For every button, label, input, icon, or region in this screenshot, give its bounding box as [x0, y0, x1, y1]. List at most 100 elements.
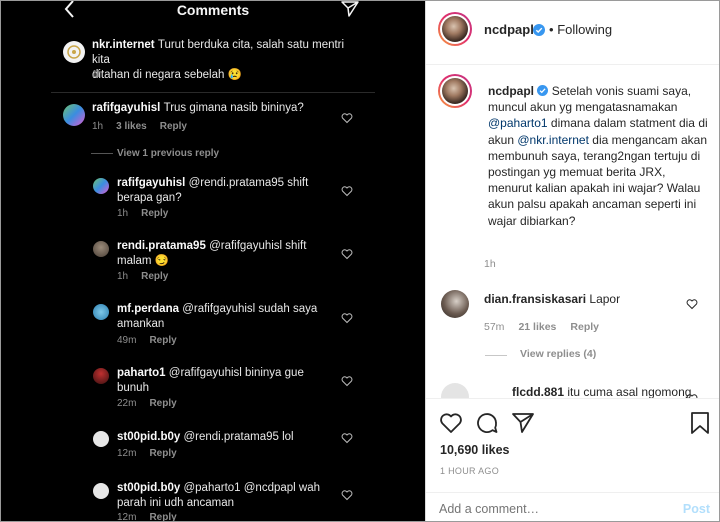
heart-icon[interactable] — [341, 112, 353, 124]
comment-meta: 1h Reply — [117, 271, 181, 282]
bookmark-icon[interactable] — [688, 411, 712, 435]
heart-icon[interactable] — [341, 185, 353, 197]
comments-title: Comments — [176, 2, 250, 18]
heart-icon[interactable] — [341, 375, 353, 387]
reply-button[interactable]: Reply — [141, 271, 168, 282]
comment-time: 12m — [117, 448, 137, 459]
comment-text: @rendi.pratama95 lol — [183, 431, 294, 443]
comment-username[interactable]: dian.fransiskasari — [484, 292, 586, 306]
comment-meta: 49m Reply — [117, 335, 190, 346]
comment-username[interactable]: flcdd.881 — [512, 385, 564, 399]
reply-button[interactable]: Reply — [149, 512, 176, 521]
avatar-st00pid-b0y[interactable] — [93, 431, 109, 447]
reply-comment: mf.perdana @rafifgayuhisl sudah saya aman… — [117, 302, 337, 332]
dark-comments-panel: Comments nkr.internet Turut berduka cita… — [1, 1, 425, 521]
reply-comment: st00pid.b0y @paharto1 @ncdpapl wah parah … — [117, 481, 337, 511]
post-header: ncdpapl • Following — [426, 1, 719, 65]
comment-likes[interactable]: 21 likes — [518, 321, 556, 333]
reply-comment: rendi.pratama95 @rafifgayuhisl shift mala… — [117, 239, 337, 269]
avatar-ncdpapl[interactable] — [438, 12, 472, 46]
comment-meta: 22m Reply — [117, 398, 190, 409]
view-previous-line — [91, 153, 113, 154]
reply-comment: rafifgayuhisl @rendi.pratama95 shift bera… — [117, 176, 337, 206]
heart-icon[interactable] — [439, 411, 463, 435]
reply-button[interactable]: Reply — [141, 208, 168, 219]
comment-meta: 57m 21 likes Reply — [484, 321, 613, 333]
comment-username[interactable]: rafifgayuhisl — [92, 102, 160, 114]
add-comment-input[interactable] — [439, 502, 669, 516]
avatar-ncdpapl[interactable] — [438, 74, 472, 108]
comment-username[interactable]: st00pid.b0y — [117, 482, 180, 494]
comment-text: parah ini udh ancaman — [117, 497, 234, 509]
post-detail-panel: ncdpapl • Following ncdpapl Setelah voni… — [425, 1, 719, 521]
comment-username[interactable]: paharto1 — [117, 367, 166, 379]
comment-icon[interactable] — [475, 411, 499, 435]
heart-icon[interactable] — [341, 248, 353, 260]
heart-icon[interactable] — [341, 489, 353, 501]
comment-text: @rafifgayuhisl shift — [209, 240, 307, 252]
comment-likes[interactable]: 3 likes — [116, 121, 147, 132]
avatar-mf-perdana[interactable] — [93, 304, 109, 320]
reply-button[interactable]: Reply — [160, 121, 187, 132]
comment-time: 1h — [117, 208, 129, 219]
emblem-icon — [67, 45, 81, 59]
comment-username[interactable]: mf.perdana — [117, 303, 179, 315]
heart-icon[interactable] — [686, 298, 698, 310]
avatar-rafifgayuhisl[interactable] — [63, 104, 85, 126]
comment-rafifgayuhisl: rafifgayuhisl Trus gimana nasib bininya? — [92, 101, 342, 116]
view-replies-line — [485, 355, 507, 356]
comment-username[interactable]: st00pid.b0y — [117, 431, 180, 443]
verified-badge-icon — [533, 24, 545, 36]
reply-button[interactable]: Reply — [149, 448, 176, 459]
comment-time: 1h — [92, 121, 104, 132]
comment-text: Trus gimana nasib bininya? — [163, 102, 304, 114]
send-icon[interactable] — [341, 0, 359, 18]
avatar-rendi-pratama95[interactable] — [93, 241, 109, 257]
view-replies-button[interactable]: View replies (4) — [520, 348, 596, 360]
caption-username[interactable]: ncdpapl — [488, 84, 534, 98]
comment-text: amankan — [117, 318, 165, 330]
comment-text: @rendi.pratama95 shift — [188, 177, 309, 189]
verified-badge-icon — [537, 85, 549, 96]
comment-meta: 12m Reply — [117, 448, 190, 459]
comments-top-bar: Comments — [51, 1, 375, 21]
comment-flcdd: flcdd.881 itu cuma asal ngomong — [512, 385, 691, 399]
comment-time: 1h — [117, 271, 129, 282]
view-previous-replies[interactable]: View 1 previous reply — [117, 148, 219, 159]
caption-time: 1h — [484, 258, 496, 270]
reply-button[interactable]: Reply — [149, 398, 176, 409]
screenshot-frame: Comments nkr.internet Turut berduka cita… — [0, 0, 720, 522]
heart-icon[interactable] — [341, 312, 353, 324]
mobile-comments-screen: Comments nkr.internet Turut berduka cita… — [51, 1, 375, 521]
following-button[interactable]: Following — [557, 22, 612, 37]
mention-link[interactable]: @nkr.internet — [517, 133, 589, 147]
reply-button[interactable]: Reply — [149, 335, 176, 346]
post-button[interactable]: Post — [683, 502, 710, 516]
header-username[interactable]: ncdpapl — [484, 22, 534, 37]
comment-nkr-internet: nkr.internet Turut berduka cita, salah s… — [92, 38, 362, 83]
comment-text: @rafifgayuhisl bininya gue — [168, 367, 304, 379]
comment-time: 49m — [117, 335, 137, 346]
avatar-paharto1[interactable] — [93, 368, 109, 384]
comment-username[interactable]: rafifgayuhisl — [117, 177, 185, 189]
separator-dot: • — [549, 22, 554, 37]
avatar-st00pid-b0y[interactable] — [93, 483, 109, 499]
comment-meta: 1h — [92, 69, 116, 80]
mention-link[interactable]: @paharto1 — [488, 116, 548, 130]
likes-count[interactable]: 10,690 likes — [440, 443, 510, 457]
avatar-dian-fransiskasari[interactable] — [441, 290, 469, 318]
comment-text: malam 😏 — [117, 255, 170, 267]
avatar-nkr-internet[interactable] — [63, 41, 85, 63]
post-actions: 10,690 likes 1 HOUR AGO — [426, 398, 719, 486]
comment-text: itu cuma asal ngomong — [567, 385, 692, 399]
share-icon[interactable] — [511, 411, 535, 435]
reply-button[interactable]: Reply — [570, 321, 599, 333]
reply-comment: st00pid.b0y @rendi.pratama95 lol — [117, 430, 337, 445]
follow-status[interactable]: • Following — [549, 22, 612, 37]
comment-username[interactable]: nkr.internet — [92, 39, 155, 51]
comment-username[interactable]: rendi.pratama95 — [117, 240, 206, 252]
post-time: 1 HOUR AGO — [440, 466, 500, 476]
heart-icon[interactable] — [341, 432, 353, 444]
post-caption: ncdpapl Setelah vonis suami saya, muncul… — [488, 83, 708, 229]
avatar-rafifgayuhisl[interactable] — [93, 178, 109, 194]
